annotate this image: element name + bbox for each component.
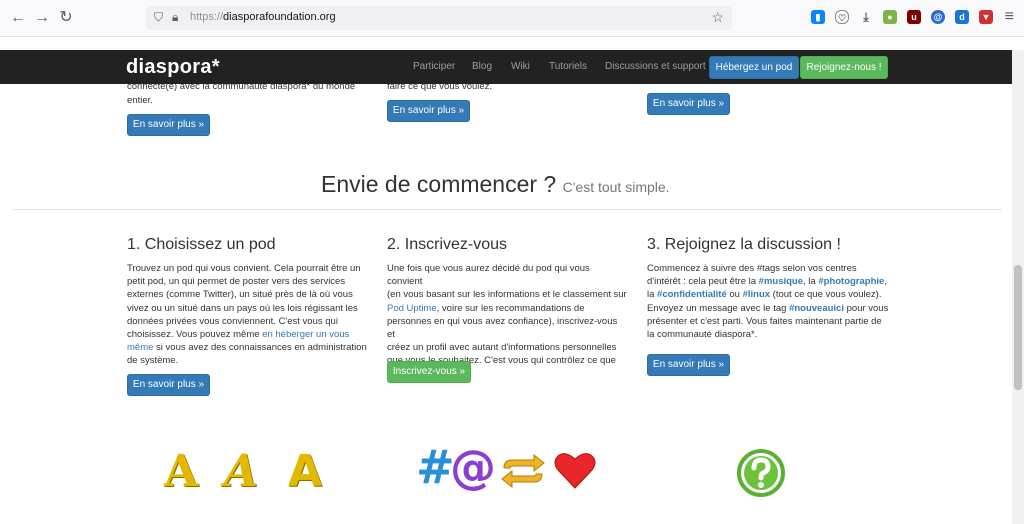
join-button[interactable]: Rejoignez-nous ! [800,56,888,79]
reshare-icon [501,454,545,488]
tag-linux-link[interactable]: #linux [743,289,770,300]
nav-link-blog[interactable]: Blog [472,61,492,72]
step1-title: 1. Choisissez un pod [127,236,276,253]
host-pod-button[interactable]: Hébergez un pod [709,56,799,79]
nav-link-participer[interactable]: Participer [413,61,455,72]
ublock-icon[interactable]: u [907,10,921,24]
step3-text: Commencez à suivre des #tags selon vos c… [647,263,889,341]
host-yourself-link[interactable]: en héberger un vous [262,329,349,340]
menu-icon[interactable]: ≡ [1005,8,1014,26]
fonts-icon: A A A [164,446,323,497]
mention-icon: @ [450,440,496,494]
pod-uptime-link[interactable]: Pod Uptime [387,303,437,314]
question-icon [737,449,785,497]
extension-red-icon[interactable]: ▼ [979,10,993,24]
more-button-top-3[interactable]: En savoir plus » [647,93,730,115]
bookmark-extension-icon[interactable]: ▮ [811,10,825,24]
download-icon[interactable]: ⤓ [859,10,873,24]
step3-title: 3. Rejoignez la discussion ! [647,236,841,253]
brand-logo[interactable]: diaspora* [126,56,220,79]
lock-icon[interactable]: 🔒︎ [172,10,178,25]
step3-more-button[interactable]: En savoir plus » [647,354,730,376]
scrollbar-thumb[interactable] [1014,265,1022,390]
step2-title: 2. Inscrivez-vous [387,236,508,253]
heart-icon [554,453,596,489]
tag-confidentialite-link[interactable]: #confidentialité [657,289,727,300]
extension-badge-icon[interactable]: @ [931,10,945,24]
shield-icon[interactable]: ⛉ [154,10,163,25]
pocket-icon[interactable]: ♡ [835,10,849,24]
social-features-icon: # @ [416,440,600,496]
nav-link-tutoriels[interactable]: Tutoriels [549,61,587,72]
more-button-top-1[interactable]: En savoir plus » [127,114,210,136]
forward-arrow-icon[interactable]: → [32,8,52,28]
section-heading: Envie de commencer ? C'est tout simple. [321,171,670,198]
extension-globe-icon[interactable]: ● [883,10,897,24]
tag-nouveauici-link[interactable]: #nouveauici [789,303,844,314]
site-navbar: diaspora* Participer Blog Wiki Tutoriels… [0,50,1024,84]
host-yourself-link-cont[interactable]: même [127,342,153,353]
tag-photographie-link[interactable]: #photographie [818,276,884,287]
top-col1-text-line1: connecté(e) avec la communauté diaspora*… [127,84,356,92]
bookmarks-strip [0,37,1024,50]
signup-button[interactable]: Inscrivez-vous » [387,361,471,383]
url-text: https://diasporafoundation.org [190,11,336,23]
extension-d-icon[interactable]: d [955,10,969,24]
more-button-top-2[interactable]: En savoir plus » [387,100,470,122]
top-col2-text: faire ce que vous voulez. [387,84,493,92]
tag-musique-link[interactable]: #musique [759,276,803,287]
reload-icon[interactable]: ↻ [56,8,76,28]
address-bar[interactable]: ⛉ 🔒︎ https://diasporafoundation.org ☆ [146,6,732,30]
step1-text: Trouvez un pod qui vous convient. Cela p… [127,263,367,367]
section-subtitle: C'est tout simple. [562,179,670,195]
browser-toolbar: ← → ↻ ⛉ 🔒︎ https://diasporafoundation.or… [0,0,1024,37]
back-arrow-icon[interactable]: ← [8,8,28,28]
nav-link-discussions[interactable]: Discussions et support [605,61,706,72]
bookmark-star-icon[interactable]: ☆ [711,9,724,26]
hashtag-icon: # [416,440,455,494]
divider [12,209,1002,210]
step1-more-button[interactable]: En savoir plus » [127,374,210,396]
section-title: Envie de commencer ? [321,171,557,197]
nav-link-wiki[interactable]: Wiki [511,61,530,72]
top-col1-text-line2: entier. [127,95,153,106]
